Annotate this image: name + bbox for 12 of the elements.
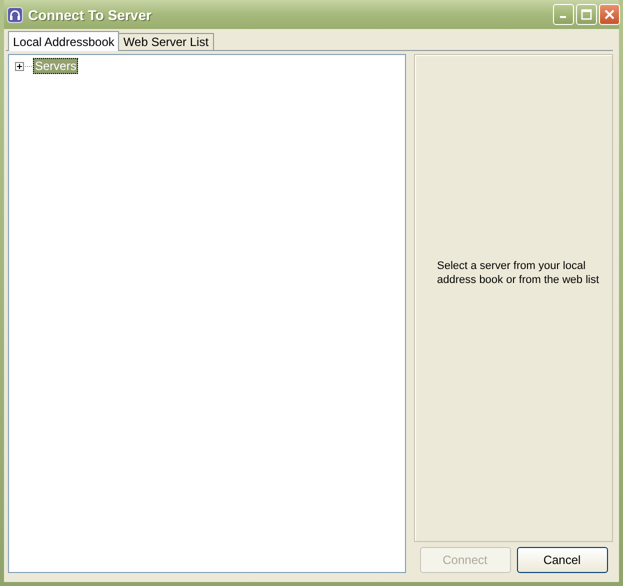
- info-text: Select a server from your local address book or from the web list: [437, 259, 600, 287]
- close-icon: [604, 9, 615, 20]
- expand-icon[interactable]: [15, 62, 24, 70]
- maximize-icon: [581, 9, 592, 20]
- headphones-icon: [7, 6, 23, 22]
- tab[interactable]: Web Server List: [118, 33, 214, 50]
- maximize-button[interactable]: [576, 4, 597, 25]
- window-title: Connect To Server: [28, 6, 152, 22]
- minimize-button[interactable]: [553, 4, 574, 25]
- dialog-button[interactable]: Cancel: [516, 547, 608, 573]
- tab[interactable]: Local Addressbook: [8, 31, 120, 51]
- close-button[interactable]: [599, 4, 620, 25]
